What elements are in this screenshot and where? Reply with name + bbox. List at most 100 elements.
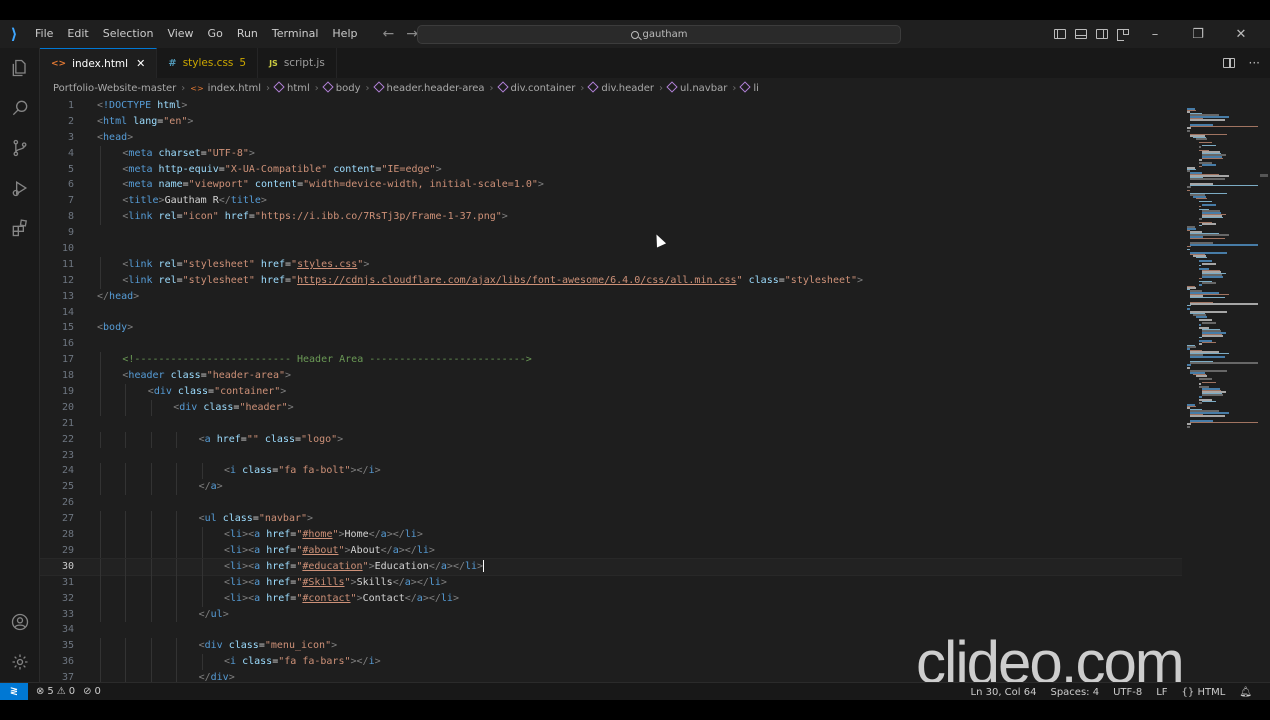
code-line[interactable]: 18 <header class="header-area"> [40,368,1182,385]
breadcrumb-item[interactable]: body [322,80,361,94]
breadcrumb-item[interactable]: Portfolio-Website-master [53,83,176,94]
extensions-icon[interactable] [0,208,40,248]
split-editor-icon[interactable] [1222,58,1235,68]
minimap[interactable] [1184,98,1260,682]
tab-script-js[interactable]: JS script.js [258,48,337,78]
accounts-icon[interactable] [0,602,40,642]
end-of-line[interactable]: LF [1156,687,1167,698]
minimap-line [1187,304,1191,307]
css-file-icon: # [168,57,177,69]
command-center-search[interactable]: gautham [417,25,901,44]
tab-styles-css[interactable]: # styles.css 5 [157,48,259,78]
code-line[interactable]: 7 <title>Gautham R</title> [40,193,1182,210]
indent-guide [176,527,178,543]
code-line[interactable]: 29 <li><a href="#about">About</a></li> [40,542,1182,559]
breadcrumb-item[interactable]: ul.navbar [666,80,727,94]
indentation[interactable]: Spaces: 4 [1050,687,1099,698]
code-line[interactable]: 4 <meta charset="UTF-8"> [40,145,1182,162]
code-line[interactable]: 31 <li><a href="#Skills">Skills</a></li> [40,574,1182,591]
code-line[interactable]: 14 [40,305,1182,321]
manage-gear-icon[interactable] [0,642,40,682]
code-line[interactable]: 1 <!DOCTYPE html> [40,98,1182,114]
menu-item-edit[interactable]: Edit [60,20,95,48]
code-line[interactable]: 19 <div class="container"> [40,384,1182,400]
code-text: <i class="fa fa-bars"></i> [224,654,381,670]
remote-indicator-icon[interactable]: ≷ [0,682,28,700]
close-tab-icon[interactable]: ✕ [136,57,145,70]
breadcrumb-item[interactable]: header.header-area [372,80,485,94]
close-window-button[interactable]: ✕ [1224,27,1258,42]
cursor-position[interactable]: Ln 30, Col 64 [971,687,1037,698]
menu-item-file[interactable]: File [28,20,60,48]
menu-item-view[interactable]: View [160,20,200,48]
code-line[interactable]: 20 <div class="header"> [40,399,1182,416]
code-token: link [128,274,153,286]
menu-item-go[interactable]: Go [201,20,230,48]
code-line[interactable]: 11 <link rel="stylesheet" href="styles.cs… [40,256,1182,273]
editor-scrollbar[interactable] [1260,98,1270,682]
code-token: > [857,274,864,286]
source-control-icon[interactable] [0,128,40,168]
code-line[interactable]: 8 <link rel="icon" href="https://i.ibb.co… [40,209,1182,226]
problems-indicator[interactable]: ⊗ 5 ⚠ 0 [36,686,75,697]
code-line[interactable]: 27 <ul class="navbar"> [40,511,1182,528]
notifications-bell-icon[interactable]: 🔔︎ [1239,687,1252,698]
customize-layout-icon[interactable] [1117,29,1129,41]
search-view-icon[interactable] [0,88,40,128]
toggle-panel-icon[interactable] [1075,29,1087,39]
code-line[interactable]: 22 <a href="" class="logo"> [40,431,1182,448]
breadcrumb-item[interactable]: html [273,80,310,94]
minimize-button[interactable]: – [1138,27,1172,42]
code-line[interactable]: 5 <meta http-equiv="X-UA-Compatible" cont… [40,161,1182,178]
tab-index-html[interactable]: <> index.html ✕ [40,48,158,78]
code-line[interactable]: 15 <body> [40,320,1182,336]
language-mode[interactable]: {} HTML [1182,687,1226,698]
code-token: href [224,211,249,223]
code-line[interactable]: 26 [40,495,1182,511]
code-line[interactable]: 12 <link rel="stylesheet" href="https://c… [40,272,1182,289]
line-number: 32 [61,592,74,604]
breadcrumb-item[interactable]: <> index.html [190,83,261,94]
breadcrumb-item[interactable]: li [739,80,759,94]
indent-guide [100,638,101,655]
code-line[interactable]: 2 <html lang="en"> [40,114,1182,130]
code-line[interactable]: 9 [40,225,1182,241]
menu-item-run[interactable]: Run [230,20,265,48]
encoding[interactable]: UTF-8 [1113,687,1142,698]
code-line[interactable]: 10 [40,241,1182,257]
code-line[interactable]: 25 </a> [40,479,1182,496]
code-line[interactable]: 33 </ul> [40,606,1182,623]
code-editor[interactable]: 1 <!DOCTYPE html> 2 <html lang="en"> 3 <head>… [40,98,1182,682]
toggle-primary-sidebar-icon[interactable] [1054,29,1066,39]
code-line[interactable]: 6 <meta name="viewport" content="width=de… [40,177,1182,194]
code-line[interactable]: 17 <!-------------------------- Header Ar… [40,352,1182,369]
menu-item-help[interactable]: Help [325,20,364,48]
code-line[interactable]: 13 </head> [40,289,1182,305]
code-line[interactable]: 3 <head> [40,130,1182,146]
code-line[interactable]: 28 <li><a href="#home">Home</a></li> [40,527,1182,543]
breadcrumb-item[interactable]: div.header [587,80,654,94]
breadcrumb-item[interactable]: div.container [496,80,575,94]
more-actions-icon[interactable]: ··· [1249,56,1260,70]
code-line[interactable]: 21 [40,416,1182,432]
back-arrow-icon[interactable]: ← [382,26,394,42]
ports-indicator[interactable]: ⊘ 0 [83,686,101,697]
code-line[interactable]: 32 <li><a href="#contact">Contact</a></li… [40,590,1182,607]
scrollbar-thumb[interactable] [1260,174,1268,177]
code-line[interactable]: 24 <i class="fa fa-bolt"></i> [40,463,1182,480]
line-number: 23 [61,449,74,461]
breadcrumb-separator-icon: › [489,82,494,94]
menu-item-terminal[interactable]: Terminal [265,20,326,48]
code-token: </ [452,560,465,572]
code-line[interactable]: 16 [40,336,1182,352]
code-line[interactable]: 23 [40,448,1182,464]
code-token: "container" [214,386,281,398]
code-line[interactable]: 30 <li><a href="#education">Education</a>… [40,557,1182,576]
restore-button[interactable]: ❐ [1181,27,1215,42]
menu-item-selection[interactable]: Selection [96,20,161,48]
toggle-secondary-sidebar-icon[interactable] [1096,29,1108,39]
explorer-icon[interactable] [0,48,40,88]
line-number: 33 [61,608,74,620]
run-debug-icon[interactable] [0,168,40,208]
code-token: class [748,274,779,286]
